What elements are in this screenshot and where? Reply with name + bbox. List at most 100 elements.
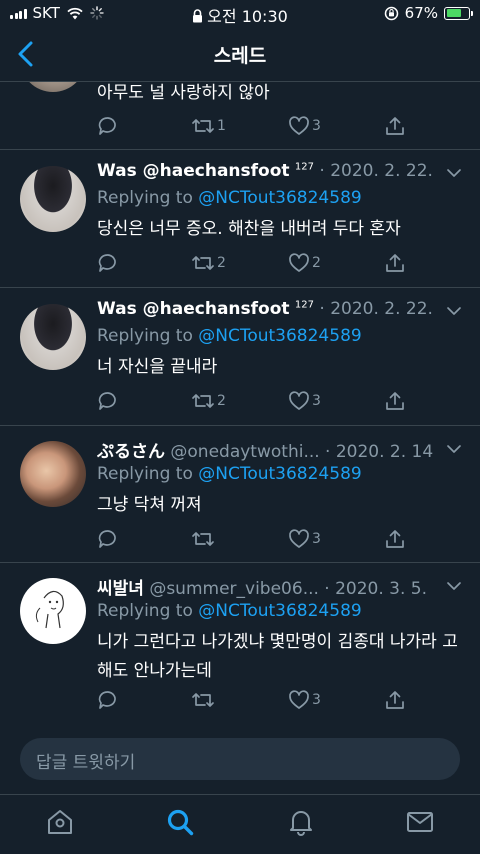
tweet-item[interactable]: 아무도 널 사랑하지 않아 1 3 bbox=[0, 82, 480, 150]
battery-icon bbox=[444, 6, 473, 20]
avatar-drawing bbox=[35, 590, 64, 629]
retweet-icon bbox=[192, 693, 214, 707]
retweet-count: 2 bbox=[217, 393, 226, 409]
thread-timeline[interactable]: 아무도 널 사랑하지 않아 1 3 Was @haechansfoot 127 … bbox=[0, 82, 480, 722]
like-button[interactable]: 3 bbox=[288, 689, 321, 711]
replying-to-handle[interactable]: @NCTout36824589 bbox=[198, 464, 361, 484]
tweet-item[interactable]: Was @haechansfoot 127 · 2020. 2. 22. Rep… bbox=[0, 150, 480, 288]
tweet-item[interactable]: Was @haechansfoot 127 · 2020. 2. 22. Rep… bbox=[0, 288, 480, 426]
reply-icon bbox=[98, 117, 116, 135]
retweet-button[interactable]: 2 bbox=[191, 390, 226, 412]
author-name[interactable]: ぷるさん bbox=[97, 442, 165, 462]
like-count: 3 bbox=[312, 692, 321, 708]
share-button[interactable] bbox=[384, 115, 406, 137]
avatar[interactable] bbox=[20, 441, 86, 507]
reply-icon bbox=[98, 530, 116, 548]
replying-to: Replying to @NCTout36824589 bbox=[97, 601, 362, 621]
mail-icon[interactable] bbox=[405, 807, 435, 837]
retweet-button[interactable] bbox=[191, 528, 215, 550]
chevron-down-icon[interactable] bbox=[446, 306, 462, 316]
heart-icon bbox=[289, 253, 309, 272]
share-icon bbox=[386, 530, 404, 548]
share-button[interactable] bbox=[384, 689, 406, 711]
share-button[interactable] bbox=[384, 252, 406, 274]
reply-composer: 답글 트윗하기 bbox=[0, 722, 480, 794]
reply-button[interactable] bbox=[97, 252, 119, 274]
tweet-text: 니가 그런다고 나가겠냐 몇만명이 김종대 나가라 고 해도 안나가는데 bbox=[97, 632, 458, 681]
clock-time: 오전 10:30 bbox=[207, 7, 288, 26]
search-icon[interactable] bbox=[165, 807, 195, 837]
reply-button[interactable] bbox=[97, 390, 119, 412]
tweet-actions: 1 3 bbox=[97, 115, 437, 139]
heart-icon bbox=[289, 116, 309, 135]
author-name-suffix: 127 bbox=[294, 161, 315, 173]
like-button[interactable]: 3 bbox=[288, 390, 321, 412]
retweet-button[interactable]: 2 bbox=[191, 252, 226, 274]
tweet-header: Was @haechansfoot 127 · 2020. 2. 22. bbox=[97, 299, 434, 319]
heart-icon bbox=[289, 391, 309, 410]
tweet-meta: · 2020. 2. 22. bbox=[314, 161, 433, 181]
retweet-icon bbox=[192, 119, 214, 133]
retweet-button[interactable]: 1 bbox=[191, 115, 226, 137]
replying-to: Replying to @NCTout36824589 bbox=[97, 326, 362, 346]
reply-button[interactable] bbox=[97, 115, 119, 137]
like-button[interactable]: 2 bbox=[288, 252, 321, 274]
chevron-down-icon[interactable] bbox=[446, 168, 462, 178]
tweet-text: 너 자신을 끝내라 bbox=[97, 357, 218, 377]
replying-to: Replying to @NCTout36824589 bbox=[97, 464, 362, 484]
tweet-text: 당신은 너무 증오. 해찬을 내버려 두다 혼자 bbox=[97, 219, 401, 239]
tweet-actions: 3 bbox=[97, 528, 437, 552]
reply-icon bbox=[98, 691, 116, 709]
share-icon bbox=[386, 691, 404, 709]
reply-icon bbox=[98, 392, 116, 410]
home-icon[interactable] bbox=[45, 807, 75, 837]
avatar[interactable] bbox=[20, 82, 86, 92]
tweet-header: Was @haechansfoot 127 · 2020. 2. 22. bbox=[97, 161, 434, 181]
tweet-header: ぷるさん @onedaytwothi... · 2020. 2. 14. bbox=[97, 437, 434, 462]
like-button[interactable]: 3 bbox=[288, 528, 321, 550]
retweet-icon bbox=[192, 256, 214, 270]
tweet-actions: 2 2 bbox=[97, 252, 437, 276]
replying-to-handle[interactable]: @NCTout36824589 bbox=[198, 326, 361, 346]
tweet-header: 씨발녀 @summer_vibe06... · 2020. 3. 5. bbox=[97, 574, 434, 599]
tweet-meta: · 2020. 2. 22. bbox=[314, 299, 433, 319]
heart-icon bbox=[289, 529, 309, 548]
page-title: 스레드 bbox=[213, 45, 267, 67]
reply-button[interactable] bbox=[97, 528, 119, 550]
reply-button[interactable] bbox=[97, 689, 119, 711]
author-name[interactable]: Was @haechansfoot bbox=[97, 299, 290, 319]
status-bar: SKT 오전 10:30 67% bbox=[0, 0, 480, 26]
tweet-actions: 2 3 bbox=[97, 390, 437, 414]
reply-icon bbox=[98, 254, 116, 272]
tweet-actions: 3 bbox=[97, 689, 437, 713]
replying-to-label: Replying to bbox=[97, 464, 193, 484]
heart-icon bbox=[289, 690, 309, 709]
chevron-down-icon[interactable] bbox=[446, 444, 462, 454]
replying-to-label: Replying to bbox=[97, 188, 193, 208]
author-name[interactable]: Was @haechansfoot bbox=[97, 161, 290, 181]
author-name[interactable]: 씨발녀 bbox=[97, 579, 144, 599]
tweet-item[interactable]: ぷるさん @onedaytwothi... · 2020. 2. 14. Rep… bbox=[0, 426, 480, 563]
like-button[interactable]: 3 bbox=[288, 115, 321, 137]
chevron-down-icon[interactable] bbox=[446, 581, 462, 591]
avatar[interactable] bbox=[20, 166, 86, 232]
rotation-lock-icon bbox=[384, 6, 398, 20]
replying-to-handle[interactable]: @NCTout36824589 bbox=[198, 188, 361, 208]
like-count: 3 bbox=[312, 393, 321, 409]
retweet-count: 2 bbox=[217, 255, 226, 271]
replying-to-handle[interactable]: @NCTout36824589 bbox=[198, 601, 361, 621]
tweet-text: 아무도 널 사랑하지 않아 bbox=[97, 83, 270, 103]
retweet-button[interactable] bbox=[191, 689, 215, 711]
replying-to-label: Replying to bbox=[97, 326, 193, 346]
reply-input[interactable]: 답글 트윗하기 bbox=[20, 738, 460, 780]
battery-percent: 67% bbox=[404, 4, 438, 22]
author-name-suffix: 127 bbox=[294, 299, 315, 311]
like-count: 2 bbox=[312, 255, 321, 271]
share-button[interactable] bbox=[384, 528, 406, 550]
avatar[interactable] bbox=[20, 304, 86, 370]
tweet-item[interactable]: 씨발녀 @summer_vibe06... · 2020. 3. 5. Repl… bbox=[0, 563, 480, 722]
share-button[interactable] bbox=[384, 390, 406, 412]
avatar[interactable] bbox=[20, 578, 86, 644]
share-icon bbox=[386, 392, 404, 410]
bell-icon[interactable] bbox=[286, 807, 316, 837]
